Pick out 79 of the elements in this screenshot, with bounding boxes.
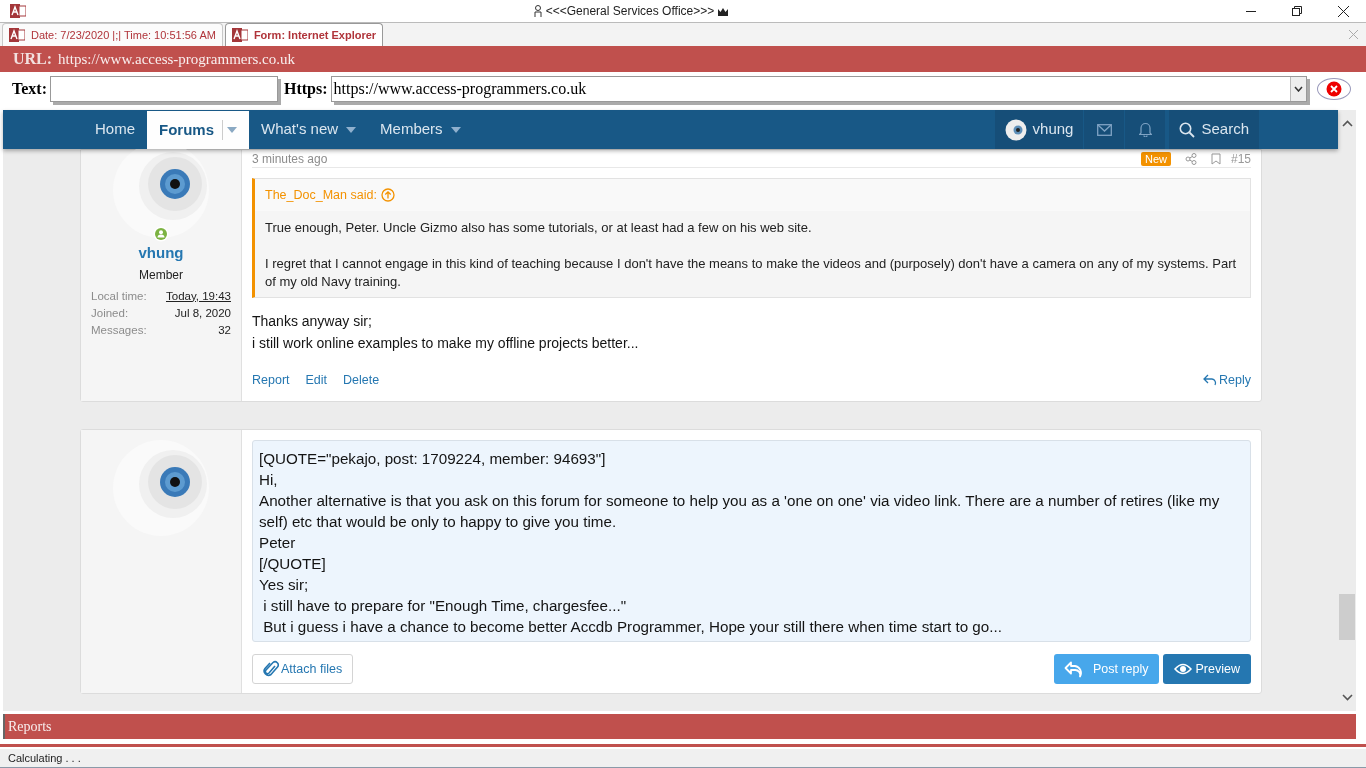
- arrow-up-circle-icon[interactable]: [380, 188, 395, 202]
- editor-text: [/QUOTE]: [259, 554, 327, 574]
- new-badge: New: [1140, 151, 1171, 166]
- document-tab[interactable]: Form: Internet Explorer: [224, 23, 384, 46]
- url-combo-field[interactable]: https://www.access-programmers.co.uk: [330, 76, 1307, 102]
- nav-tab[interactable]: Members: [368, 110, 473, 149]
- quote-text: True enough, Peter. Uncle Gizmo also has some tutorials, or at least had a few on his web site.: [265, 219, 813, 237]
- envelope-icon: [1096, 123, 1112, 136]
- stat-value[interactable]: Today, 19:43: [166, 287, 231, 304]
- editor-text: Yes sir;: [259, 575, 310, 595]
- close-icon: [1325, 81, 1342, 97]
- caret-icon: [346, 126, 357, 133]
- window-title: <<<General Services Office>>>: [545, 3, 715, 20]
- paperclip-icon: [263, 660, 279, 678]
- nav-tab[interactable]: What's new: [249, 110, 369, 149]
- reply-icon: [1063, 660, 1084, 678]
- cancel-button[interactable]: [1316, 78, 1351, 100]
- post-action-link[interactable]: Report: [252, 370, 290, 390]
- reply-editor-field[interactable]: [252, 440, 1251, 642]
- crown-icon: [718, 6, 729, 16]
- nav-tab[interactable]: Forums: [147, 111, 250, 149]
- stat-value: Jul 8, 2020: [174, 305, 231, 321]
- post-text: i still work online examples to make my offline projects better...: [252, 334, 640, 353]
- text-label: Text:: [12, 79, 47, 99]
- post-time[interactable]: 3 minutes ago: [252, 149, 328, 168]
- eye-icon: [1173, 663, 1192, 675]
- document-tab[interactable]: Date: 7/23/2020 |;| Time: 10:51:56 AM: [2, 23, 223, 46]
- scroll-down-icon[interactable]: [1341, 694, 1353, 701]
- reports-label: Reports: [8, 718, 52, 736]
- access-app-icon: [9, 27, 25, 43]
- user-role: Member: [139, 266, 183, 284]
- stat-label: Messages:: [91, 322, 147, 338]
- nav-tab[interactable]: Home: [83, 110, 147, 149]
- reply-icon: [1203, 374, 1218, 386]
- minimize-icon: [1246, 10, 1256, 12]
- editor-text: Hi,: [259, 470, 279, 490]
- post-reply-button[interactable]: Post reply: [1053, 654, 1159, 684]
- editor-text: Another alternative is that you ask on this forum for someone to help you as a 'one on one' via video link. There are a number of retires (like my self) etc that would be only to happy to give you time.: [259, 491, 1221, 532]
- stat-label: Local time:: [91, 288, 147, 304]
- search-icon: [1179, 121, 1196, 138]
- stat-value: 32: [218, 322, 231, 338]
- restore-icon: [1292, 6, 1302, 16]
- editor-text: But i guess i have a chance to become better Accdb Programmer, Hope your still there when time start to go...: [262, 617, 1003, 637]
- caret-icon: [450, 126, 461, 133]
- preview-button[interactable]: Preview: [1162, 654, 1251, 684]
- editor-text: [QUOTE="pekajo, post: 1709224, member: 94693"]: [259, 449, 607, 469]
- editor-text: i still have to prepare for "Enough Time, chargesfee...": [262, 596, 628, 616]
- reply-link[interactable]: Reply: [1203, 370, 1251, 390]
- eye-avatar-icon: [1004, 118, 1027, 141]
- username-link[interactable]: vhung: [138, 242, 184, 265]
- access-app-icon: [231, 27, 248, 43]
- bell-icon: [1138, 122, 1152, 137]
- share-icon[interactable]: [1184, 152, 1197, 165]
- close-icon: [1337, 5, 1349, 17]
- stat-label: Joined:: [91, 305, 129, 321]
- post-action-link[interactable]: Edit: [305, 370, 328, 390]
- quote-text: I regret that I cannot engage in this kind of teaching because I don't have the means to make the videos and (purposely) don't have a camera on any of my systems. Part of my old Navy training.: [265, 255, 1238, 291]
- inbox-button[interactable]: [1084, 110, 1125, 149]
- notifications-button[interactable]: [1125, 110, 1166, 149]
- https-label: Https:: [283, 79, 328, 100]
- user-menu-link[interactable]: vhung: [994, 110, 1084, 149]
- scroll-thumb[interactable]: [1339, 594, 1355, 640]
- post-action-link[interactable]: Delete: [343, 370, 380, 390]
- post-text: Thanks anyway sir;: [252, 312, 373, 331]
- editor-text: Peter: [259, 533, 297, 553]
- post-number[interactable]: #15: [1230, 149, 1251, 168]
- url-value: https://www.access-programmers.co.uk: [58, 49, 295, 69]
- person-icon: [533, 5, 542, 17]
- url-label: URL:: [13, 49, 53, 69]
- scroll-up-icon[interactable]: [1341, 120, 1353, 127]
- status-text: Calculating . . .: [8, 750, 81, 766]
- bookmark-icon[interactable]: [1210, 152, 1221, 165]
- caret-icon: [227, 127, 238, 133]
- attach-files-button[interactable]: Attach files: [252, 654, 354, 684]
- text-input-field[interactable]: [49, 76, 278, 102]
- access-app-icon: [10, 3, 26, 19]
- search-button[interactable]: Search: [1169, 110, 1259, 149]
- close-icon[interactable]: [1349, 30, 1358, 39]
- scrollbar[interactable]: [1338, 110, 1356, 711]
